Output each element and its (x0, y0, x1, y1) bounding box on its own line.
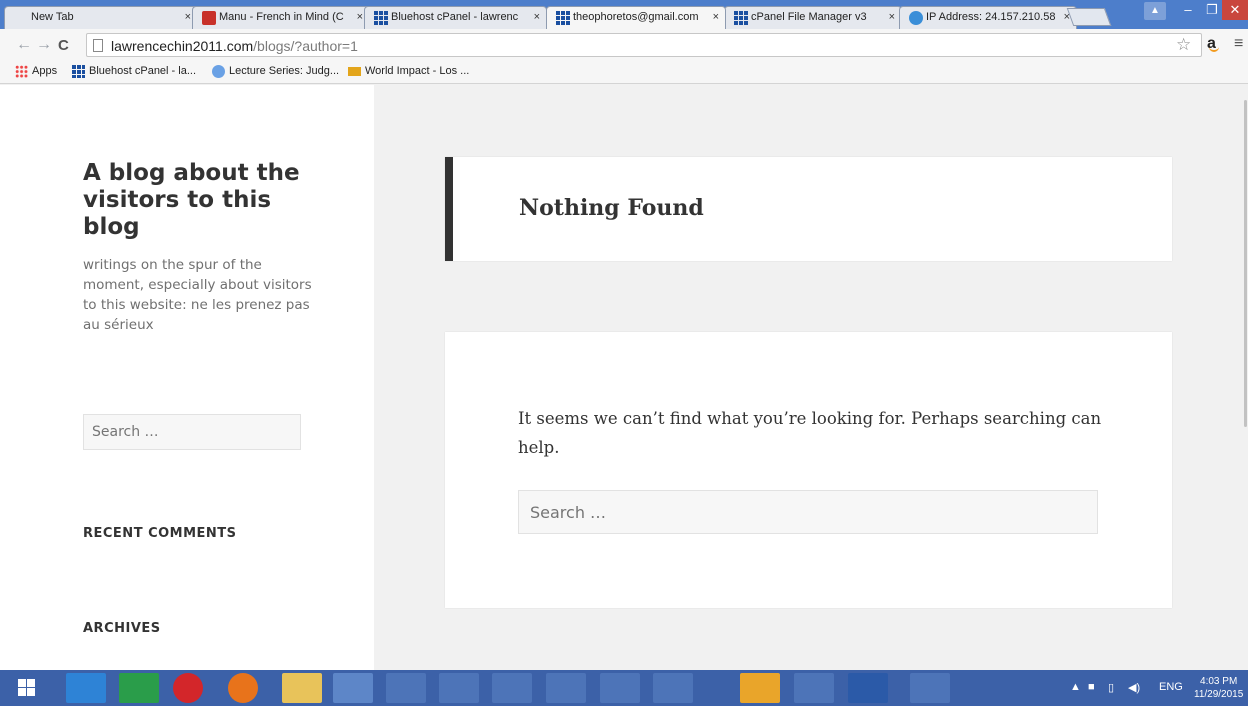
file-explorer-icon[interactable] (282, 673, 322, 703)
opera-icon[interactable] (173, 673, 203, 703)
paint-icon[interactable] (546, 673, 586, 703)
no-results-card: It seems we can’t find what you’re looki… (445, 332, 1172, 608)
user-profile-icon[interactable]: ▲ (1144, 2, 1166, 20)
page-title: Nothing Found (519, 195, 704, 221)
tab-title: theophoretos@gmail.com (573, 11, 699, 23)
tab-title: Bluehost cPanel - lawrenc (391, 11, 519, 23)
close-icon[interactable]: × (534, 7, 540, 28)
bookmark-world-impact[interactable]: World Impact - Los ... (348, 65, 469, 77)
tab-strip: New Tab × Manu - French in Mind (C × Blu… (0, 0, 1248, 29)
globe-icon (212, 65, 225, 78)
close-icon[interactable]: × (889, 7, 895, 28)
main-search-input[interactable] (518, 490, 1098, 534)
chrome-icon[interactable] (333, 673, 373, 703)
folder-app-icon[interactable] (740, 673, 780, 703)
url-path: /blogs/?author=1 (253, 38, 358, 54)
tab-ip-address[interactable]: IP Address: 24.157.210.58 × (899, 6, 1077, 29)
tab-french-in-mind[interactable]: Manu - French in Mind (C × (192, 6, 370, 29)
grid-icon (734, 11, 748, 25)
bookmark-label: Bluehost cPanel - la... (89, 65, 197, 77)
blog-sidebar: A blog about the visitors to this blog w… (0, 85, 374, 670)
remote-desktop-icon[interactable] (910, 673, 950, 703)
bookmarks-bar: Apps Bluehost cPanel - la... Lecture Ser… (0, 61, 1248, 84)
reload-icon[interactable]: C (58, 37, 69, 54)
globe-icon (909, 11, 923, 25)
internet-explorer-icon[interactable] (66, 673, 106, 703)
grid-icon (72, 65, 85, 78)
tab-title: cPanel File Manager v3 (751, 11, 867, 23)
tab-cpanel-file-manager[interactable]: cPanel File Manager v3 × (724, 6, 902, 29)
people-app-icon[interactable] (386, 673, 426, 703)
bookmark-label: Apps (32, 65, 58, 77)
notes-app-icon[interactable] (653, 673, 693, 703)
tab-bluehost-cpanel[interactable]: Bluehost cPanel - lawrenc × (364, 6, 547, 29)
system-clock[interactable]: 4:03 PM 11/29/2015 (1194, 675, 1243, 701)
grid-icon (374, 11, 388, 25)
back-arrow-icon[interactable]: ← (16, 36, 32, 54)
red-banner-icon (202, 11, 216, 25)
no-results-message: It seems we can’t find what you’re looki… (518, 409, 1102, 457)
bookmark-lecture-series[interactable]: Lecture Series: Judg... (212, 65, 340, 78)
new-tab-button[interactable] (1066, 8, 1112, 26)
firefox-icon[interactable] (228, 673, 258, 703)
clock-date: 11/29/2015 (1194, 689, 1244, 700)
tab-title: Manu - French in Mind (C (219, 11, 344, 23)
url-text: lawrencechin2011.com/blogs/?author=1 (111, 38, 358, 54)
windows-start-icon[interactable] (8, 673, 48, 703)
bookmark-apps[interactable]: Apps (15, 65, 58, 78)
site-description: writings on the spur of the moment, espe… (83, 257, 312, 333)
windows-taskbar: ▲ ■ ▯ ◀) ENG 4:03 PM 11/29/2015 (0, 670, 1248, 706)
browser-toolbar: ← → C lawrencechin2011.com/blogs/?author… (0, 29, 1248, 61)
amazon-extension-icon[interactable]: a (1207, 35, 1219, 53)
tab-gmail[interactable]: theophoretos@gmail.com × (546, 6, 726, 29)
document-app-icon[interactable] (794, 673, 834, 703)
bookmark-label: Lecture Series: Judg... (229, 65, 340, 77)
bookmark-star-icon[interactable]: ☆ (1176, 35, 1191, 55)
bookmark-label: World Impact - Los ... (365, 65, 470, 77)
tab-new-tab[interactable]: New Tab × (4, 6, 198, 29)
world-impact-icon (348, 67, 361, 76)
archives-heading: ARCHIVES (83, 621, 161, 636)
bookmark-bluehost[interactable]: Bluehost cPanel - la... (72, 65, 197, 78)
battery-icon[interactable]: ▯ (1108, 681, 1114, 694)
sidebar-search-input[interactable] (83, 414, 301, 450)
forward-arrow-icon[interactable]: → (36, 36, 52, 54)
tab-title: New Tab (31, 11, 74, 23)
close-icon[interactable]: × (185, 7, 191, 28)
close-icon[interactable]: × (713, 7, 719, 28)
site-title[interactable]: A blog about the visitors to this blog (83, 160, 323, 241)
url-host: lawrencechin2011.com (111, 38, 254, 54)
page-icon (93, 39, 103, 52)
minimize-icon[interactable]: – (1176, 0, 1200, 20)
device-app-icon[interactable] (600, 673, 640, 703)
show-hidden-icons[interactable]: ▲ (1070, 681, 1081, 693)
apps-icon (15, 65, 28, 78)
word-icon[interactable] (848, 673, 888, 703)
disc-app-icon[interactable] (439, 673, 479, 703)
grid-icon (556, 11, 570, 25)
close-window-icon[interactable]: ✕ (1222, 0, 1248, 20)
recent-comments-heading: RECENT COMMENTS (83, 526, 237, 541)
maximize-icon[interactable]: ❐ (1200, 0, 1224, 20)
page-header-card: Nothing Found (445, 157, 1172, 261)
language-indicator[interactable]: ENG (1159, 681, 1183, 693)
tab-title: IP Address: 24.157.210.58 (926, 11, 1056, 23)
store-icon[interactable] (119, 673, 159, 703)
network-icon[interactable]: ■ (1088, 681, 1095, 693)
clock-time: 4:03 PM (1200, 676, 1238, 687)
chrome-menu-icon[interactable]: ≡ (1234, 35, 1243, 53)
address-bar[interactable]: lawrencechin2011.com/blogs/?author=1 (86, 33, 1202, 57)
volume-icon[interactable]: ◀) (1128, 681, 1140, 694)
dictionary-app-icon[interactable] (492, 673, 532, 703)
scrollbar[interactable] (1244, 100, 1247, 427)
close-icon[interactable]: × (357, 7, 363, 28)
